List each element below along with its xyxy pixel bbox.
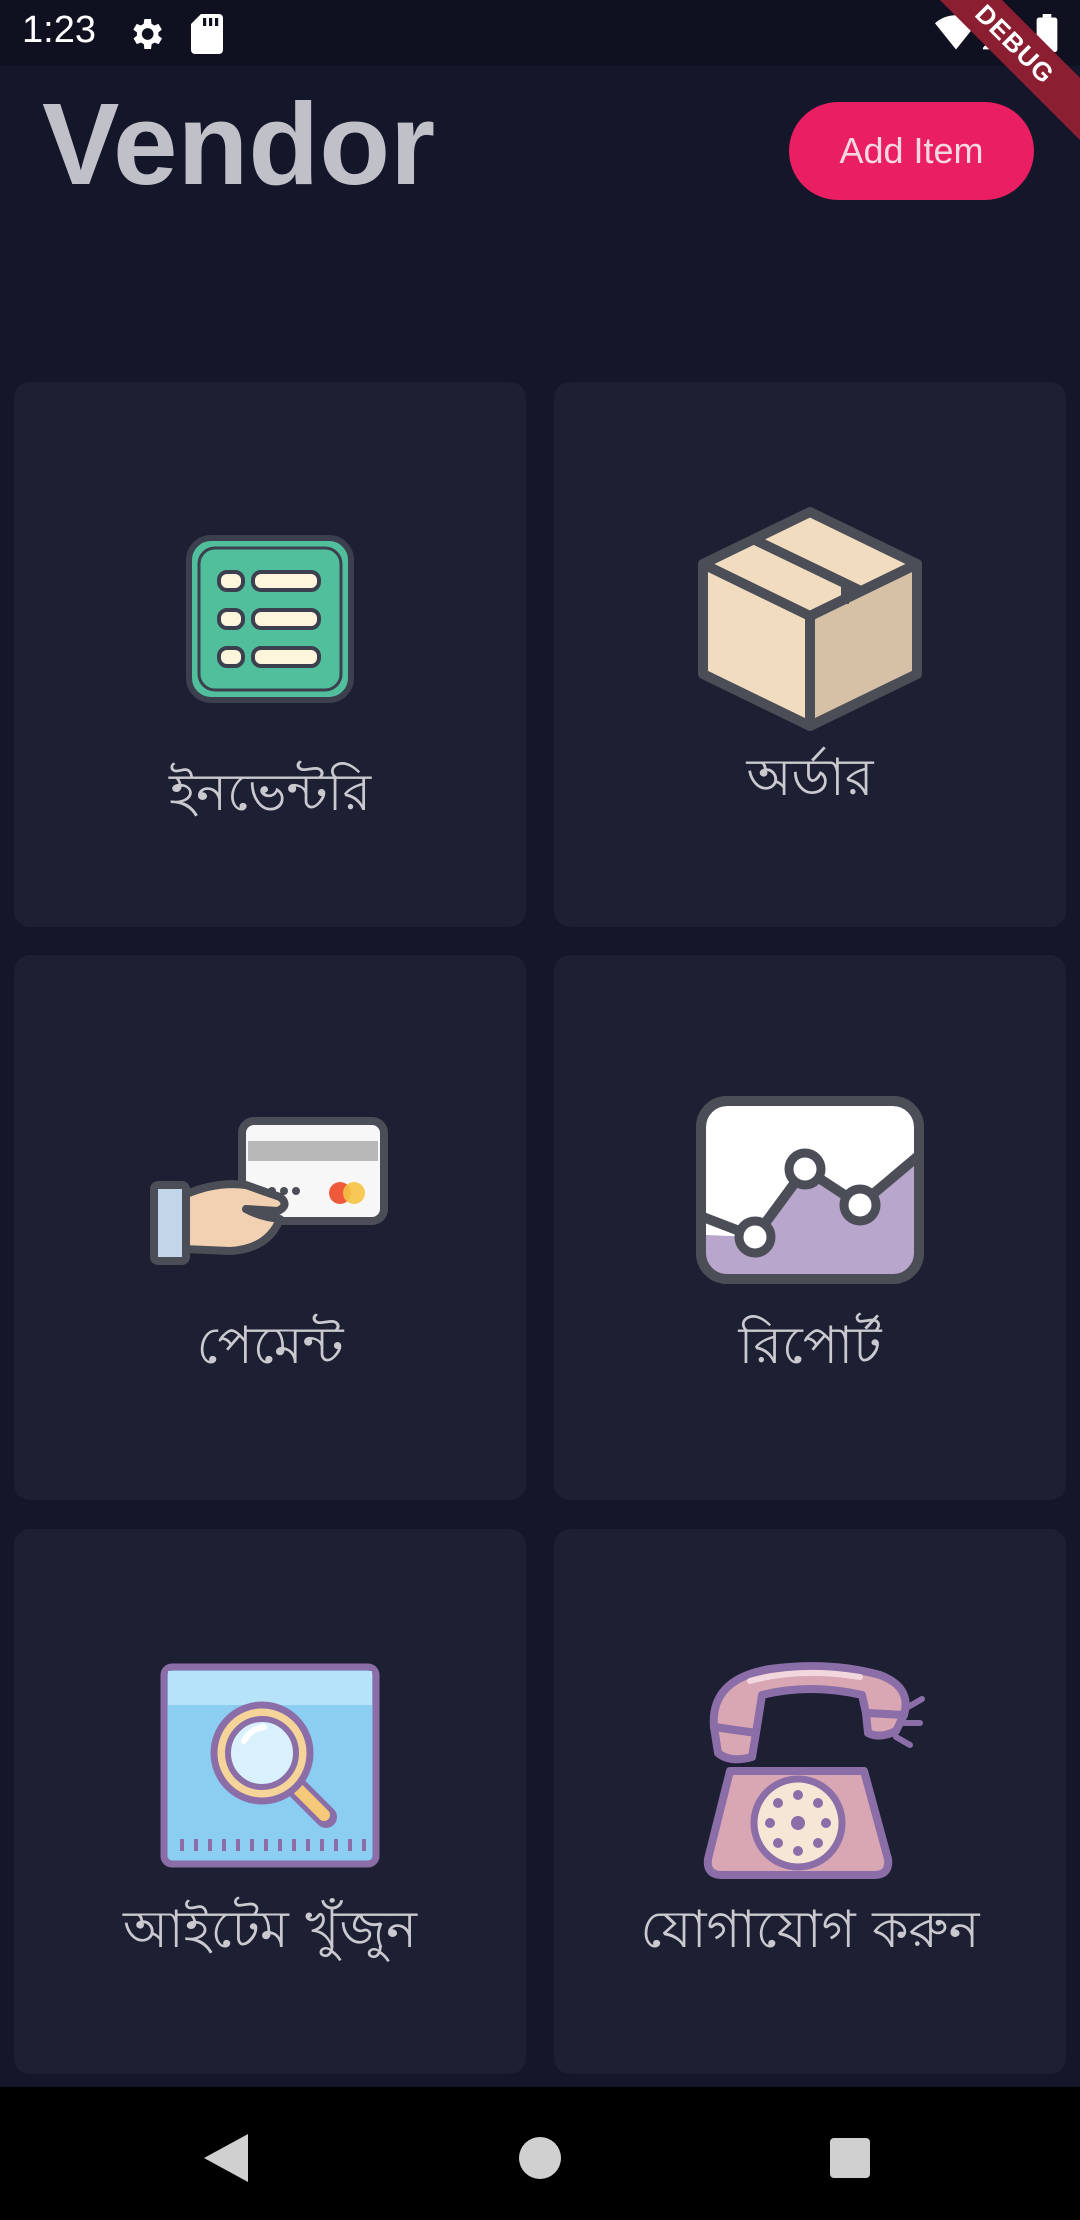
recents-icon[interactable] [829, 2138, 871, 2178]
card-orders[interactable]: অর্ডার [554, 382, 1066, 927]
card-contact[interactable]: যোগাযোগ করুন [554, 1529, 1066, 2074]
report-chart-icon [554, 1095, 1066, 1285]
package-box-icon [554, 504, 1066, 734]
search-item-icon [14, 1663, 526, 1868]
home-icon[interactable] [519, 2137, 561, 2179]
card-label: পেমেন্ট [196, 1316, 344, 1376]
telephone-icon [554, 1653, 1066, 1883]
card-label: আইটেম খুঁজুন [122, 1900, 418, 1960]
card-label: অর্ডার [746, 748, 874, 808]
system-nav-bar [0, 2087, 1080, 2220]
card-inventory[interactable]: ইনভেন্টরি [14, 382, 526, 927]
card-payment-icon [14, 1115, 526, 1275]
back-icon[interactable] [204, 2134, 248, 2182]
card-label: ইনভেন্টরি [168, 763, 372, 823]
inventory-list-icon [14, 534, 526, 704]
card-label: রিপোর্ট [738, 1316, 882, 1376]
card-payment[interactable]: পেমেন্ট [14, 955, 526, 1500]
card-label: যোগাযোগ করুন [640, 1900, 980, 1960]
card-report[interactable]: রিপোর্ট [554, 955, 1066, 1500]
menu-grid: ইনভেন্টরি অর্ডার পেমেন্ট রিপোর্ট আইটেম খ… [0, 0, 1080, 2220]
card-search-item[interactable]: আইটেম খুঁজুন [14, 1529, 526, 2074]
